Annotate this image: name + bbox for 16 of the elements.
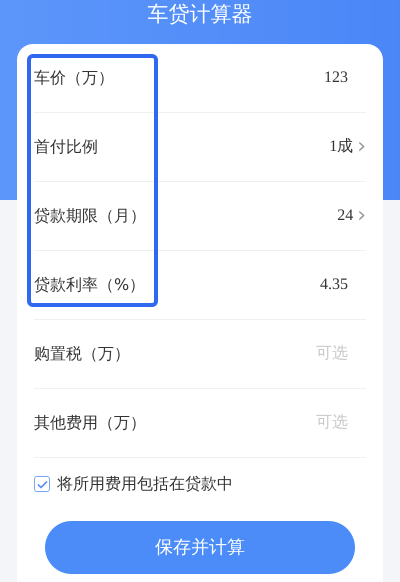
field-label: 车价（万） bbox=[34, 67, 114, 89]
chevron-icon: › bbox=[357, 136, 366, 158]
field-label: 其他费用（万） bbox=[34, 412, 146, 434]
page-title: 车贷计算器 bbox=[146, 1, 254, 28]
field-label: 首付比例 bbox=[34, 136, 98, 158]
checkbox-label: 将所用费用包括在贷款中 bbox=[57, 473, 233, 495]
checkbox[interactable] bbox=[34, 476, 50, 492]
chevron-icon: › bbox=[357, 205, 366, 227]
field-label: 贷款利率（%） bbox=[34, 274, 146, 296]
input-field[interactable]: 123 bbox=[238, 66, 348, 90]
check-icon bbox=[36, 480, 48, 488]
field-label: 贷款期限（月） bbox=[34, 205, 146, 227]
input-field[interactable]: 4.35 bbox=[238, 273, 348, 297]
select-value[interactable]: 24 bbox=[337, 204, 354, 228]
select-value[interactable]: 1成 bbox=[329, 135, 354, 159]
field-label: 购置税（万） bbox=[34, 343, 130, 365]
